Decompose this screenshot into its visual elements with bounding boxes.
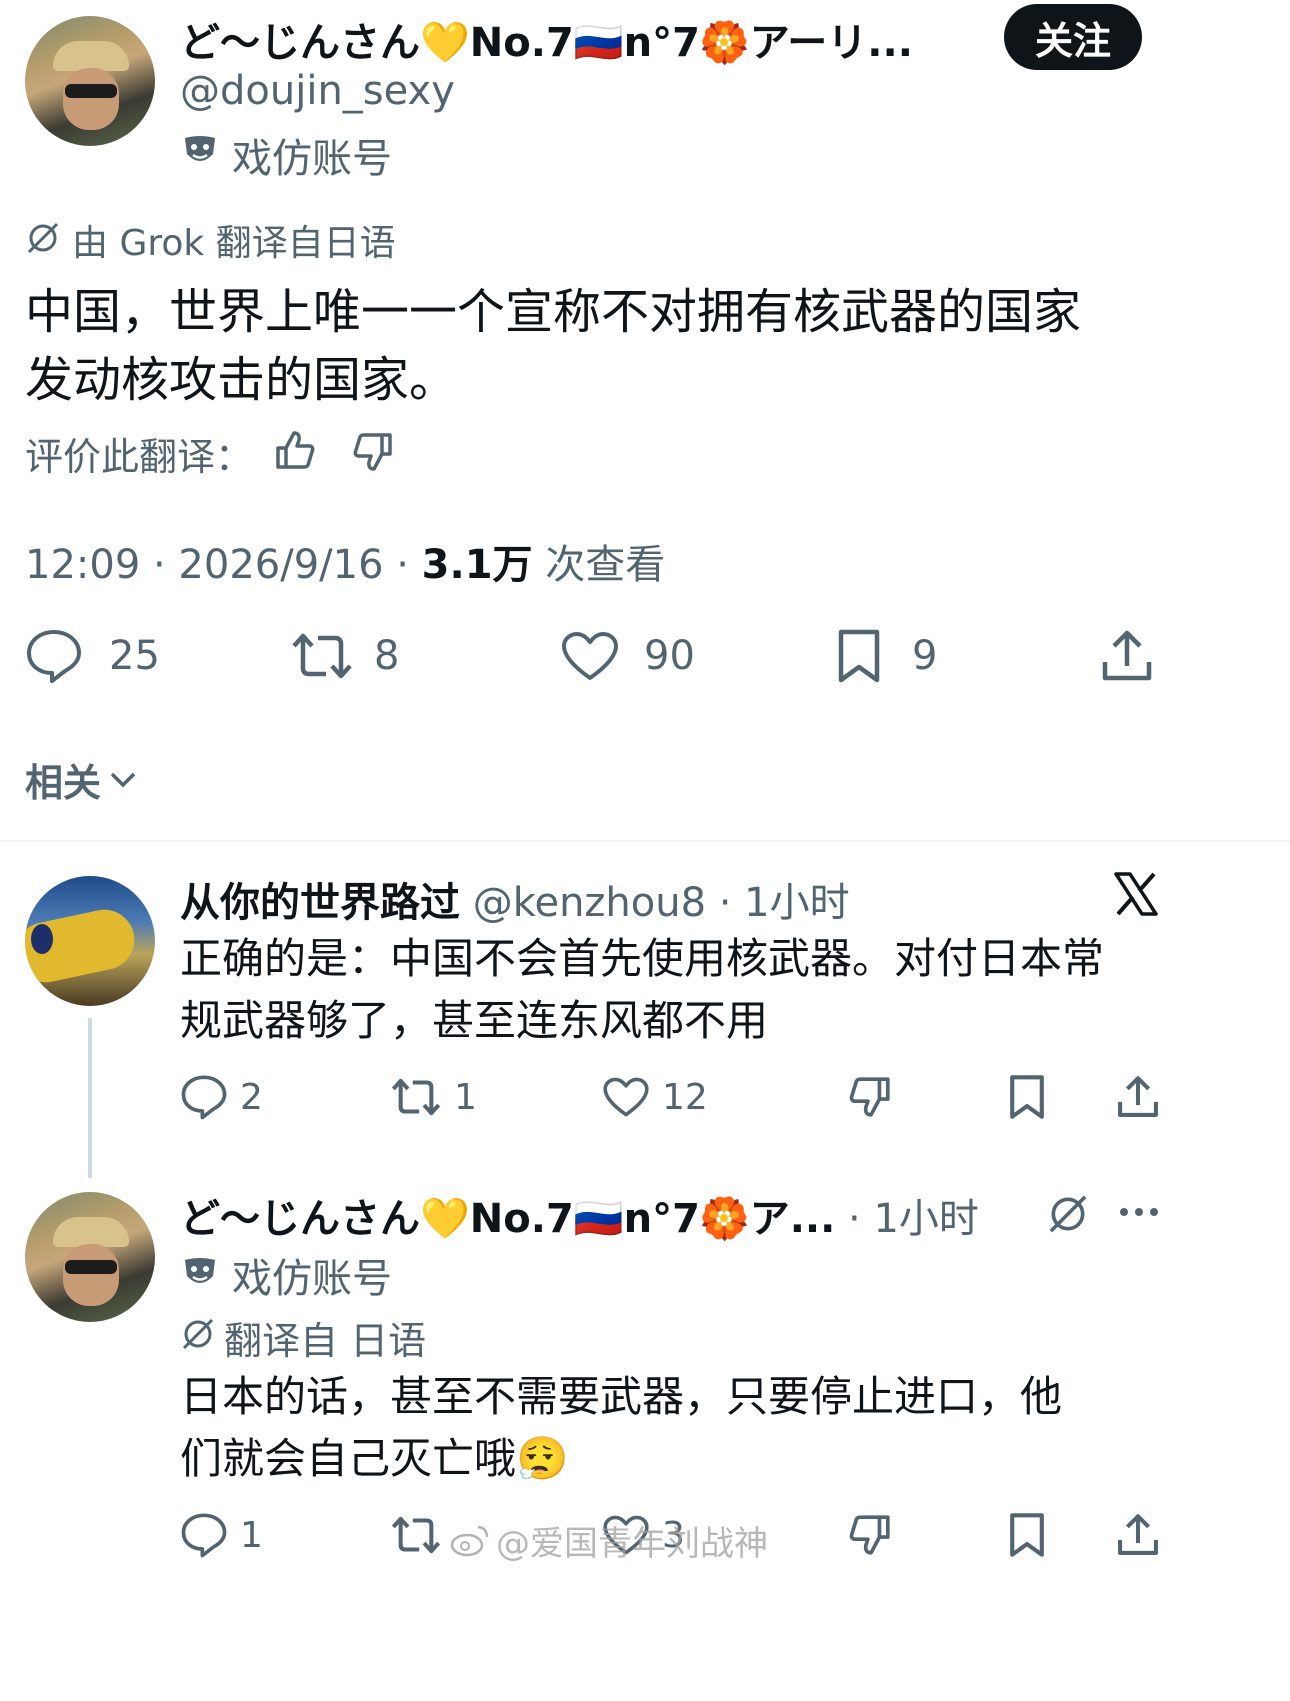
retweet-icon xyxy=(390,1514,442,1556)
watermark: @爱国青年刘战神 xyxy=(450,1516,768,1565)
retweet-icon xyxy=(290,630,354,682)
handle[interactable]: @doujin_sexy xyxy=(180,68,455,114)
grok-icon xyxy=(180,1316,216,1352)
reply-text-line: 日本的话，甚至不需要武器，只要停止进口，他 xyxy=(180,1372,1063,1421)
tweet-text-line: 中国，世界上唯一一个宣称不对拥有核武器的国家 xyxy=(25,284,1082,340)
like-count: 90 xyxy=(644,633,695,679)
bookmark-icon[interactable] xyxy=(1008,1512,1046,1558)
translation-note[interactable]: 翻译自 日语 xyxy=(224,1310,426,1365)
retweet-button[interactable]: 1 xyxy=(390,1076,477,1118)
related-label: 相关 xyxy=(25,761,102,805)
tweet-text-line: 发动核攻击的国家。 xyxy=(25,352,458,408)
tweet-text: 中国，世界上唯一一个宣称不对拥有核武器的国家 发动核攻击的国家。 xyxy=(25,278,1265,414)
reply-header: ど〜じんさん💛No.7🇷🇺n°7🏵️ア... · 1小时 xyxy=(180,1186,979,1244)
bookmark-icon xyxy=(836,628,882,684)
thumbs-down-icon[interactable] xyxy=(848,1076,892,1118)
reply-header: 从你的世界路过 @kenzhou8 · 1小时 xyxy=(180,870,850,928)
reply-text: 日本的话，甚至不需要武器，只要停止进口，他 们就会自己灭亡哦😮‍💨 xyxy=(180,1366,1270,1490)
grok-icon xyxy=(25,220,61,256)
thumbs-up-icon[interactable] xyxy=(274,430,316,470)
bookmark-count: 9 xyxy=(912,633,938,679)
more-options-icon[interactable] xyxy=(1118,1206,1160,1218)
reply-text-line: 正确的是：中国不会首先使用核武器。对付日本常 xyxy=(180,934,1105,983)
retweet-button[interactable]: 8 xyxy=(290,630,399,682)
like-button[interactable]: 90 xyxy=(560,630,695,682)
rate-translation-label: 评价此翻译： xyxy=(25,435,254,479)
thread-line xyxy=(88,1018,92,1178)
chevron-down-icon xyxy=(109,770,137,790)
display-name[interactable]: 从你的世界路过 xyxy=(180,880,460,926)
parody-mask-icon xyxy=(182,1256,218,1290)
parody-label: 戏仿账号 xyxy=(232,136,392,182)
avatar[interactable] xyxy=(25,876,155,1006)
reply-button[interactable]: 25 xyxy=(25,628,160,684)
reply-count: 2 xyxy=(240,1076,263,1118)
display-name[interactable]: ど〜じんさん💛No.7🇷🇺n°7🏵️アーリ... xyxy=(180,10,970,68)
heart-icon xyxy=(602,1076,650,1118)
x-logo-icon xyxy=(1112,870,1160,918)
display-name[interactable]: ど〜じんさん💛No.7🇷🇺n°7🏵️ア... xyxy=(180,1196,835,1242)
reply-time[interactable]: · 1小时 xyxy=(848,1196,979,1242)
like-button[interactable]: 12 xyxy=(602,1076,708,1118)
retweet-count: 8 xyxy=(374,633,400,679)
retweet-button[interactable] xyxy=(390,1514,442,1556)
reply-icon xyxy=(180,1512,228,1558)
reply-text-line: 规武器够了，甚至连东风都不用 xyxy=(180,996,769,1045)
related-dropdown[interactable]: 相关 xyxy=(25,752,137,807)
share-icon[interactable] xyxy=(1116,1074,1160,1120)
thumbs-down-icon[interactable] xyxy=(352,432,394,472)
retweet-count: 1 xyxy=(454,1076,477,1118)
weibo-icon xyxy=(450,1524,490,1558)
avatar[interactable] xyxy=(25,16,155,146)
grok-icon[interactable] xyxy=(1046,1192,1090,1236)
timestamp-row: 12:09 · 2026/9/16 · 3.1万 次查看 xyxy=(25,532,665,590)
bookmark-button[interactable]: 9 xyxy=(836,628,937,684)
thumbs-down-icon[interactable] xyxy=(848,1514,892,1556)
reply-count: 25 xyxy=(109,633,160,679)
parody-label: 戏仿账号 xyxy=(232,1256,392,1302)
share-icon[interactable] xyxy=(1116,1512,1160,1558)
handle-time[interactable]: @kenzhou8 · 1小时 xyxy=(473,880,850,926)
section-divider xyxy=(0,840,1290,842)
timestamp[interactable]: 12:09 · 2026/9/16 · xyxy=(25,542,422,588)
retweet-icon xyxy=(390,1076,442,1118)
views-label: 次查看 xyxy=(532,542,666,588)
reply-count: 1 xyxy=(240,1514,263,1556)
reply-button[interactable]: 1 xyxy=(180,1512,263,1558)
reply-text: 正确的是：中国不会首先使用核武器。对付日本常 规武器够了，甚至连东风都不用 xyxy=(180,928,1270,1052)
translation-note[interactable]: 由 Grok 翻译自日语 xyxy=(72,214,396,266)
like-count: 12 xyxy=(662,1076,708,1118)
reply-icon xyxy=(25,628,83,684)
reply-button[interactable]: 2 xyxy=(180,1074,263,1120)
share-icon[interactable] xyxy=(1100,628,1154,684)
heart-icon xyxy=(560,630,620,682)
reply-text-line: 们就会自己灭亡哦😮‍💨 xyxy=(180,1434,569,1483)
watermark-text: @爱国青年刘战神 xyxy=(496,1524,768,1564)
avatar[interactable] xyxy=(25,1192,155,1322)
parody-mask-icon xyxy=(182,134,218,168)
bookmark-icon[interactable] xyxy=(1008,1074,1046,1120)
views-count: 3.1万 xyxy=(421,542,533,588)
reply-icon xyxy=(180,1074,228,1120)
follow-button[interactable]: 关注 xyxy=(1004,4,1142,70)
